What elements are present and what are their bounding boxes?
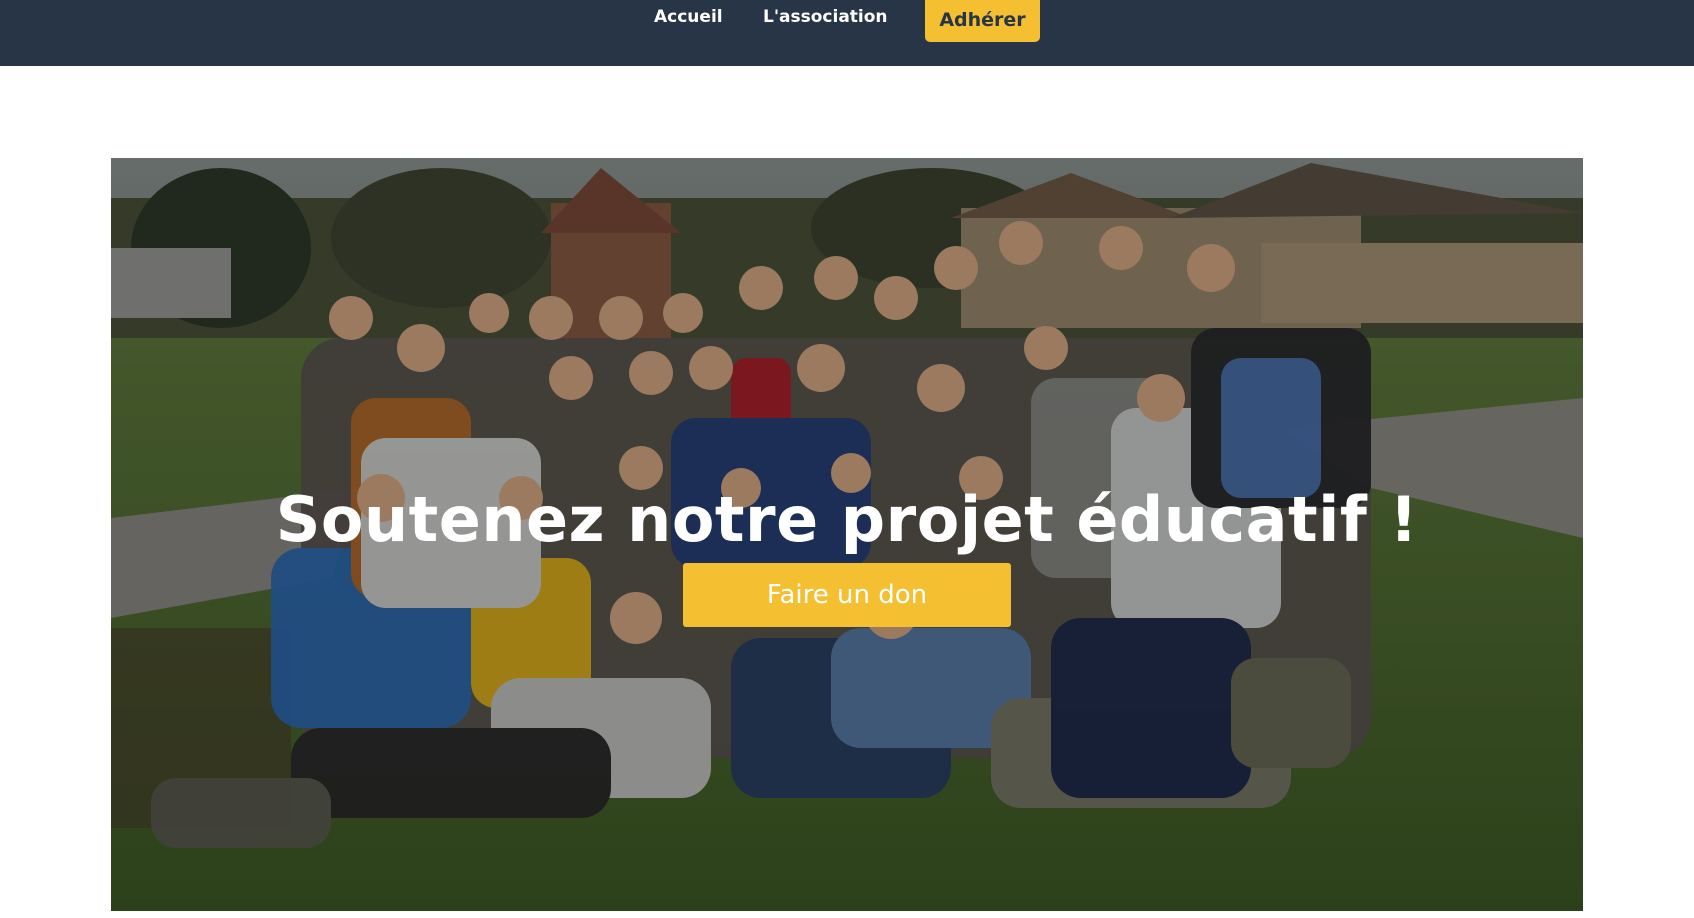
hero-title: Soutenez notre projet éducatif ! <box>275 482 1419 556</box>
nav-link-association[interactable]: L'association <box>763 6 888 28</box>
hero-banner: Soutenez notre projet éducatif ! Faire u… <box>111 158 1583 911</box>
main-nav: Accueil L'association Adhérer <box>0 0 1694 66</box>
donate-button[interactable]: Faire un don <box>683 563 1011 627</box>
nav-link-accueil[interactable]: Accueil <box>654 6 723 28</box>
top-navigation-bar: Accueil L'association Adhérer <box>0 0 1694 66</box>
adherer-button[interactable]: Adhérer <box>925 0 1040 42</box>
